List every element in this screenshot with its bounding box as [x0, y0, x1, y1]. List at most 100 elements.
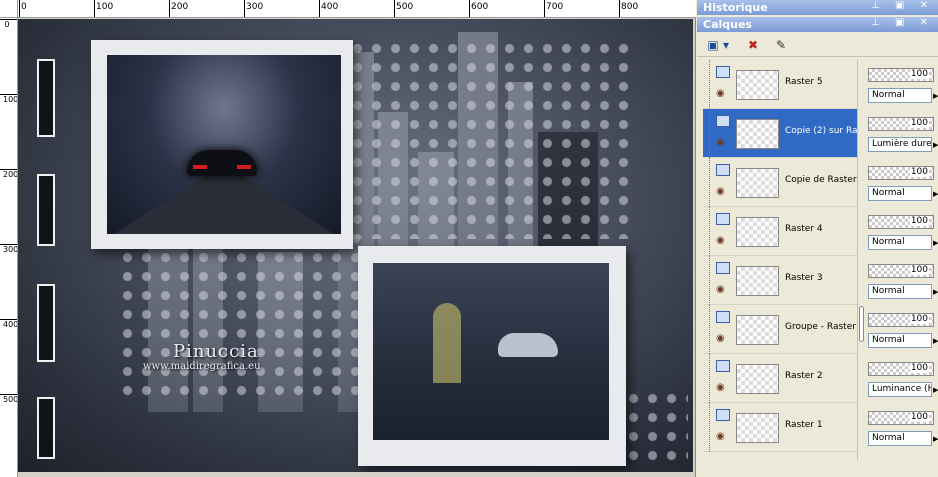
chevron-right-icon[interactable]: ▶	[933, 190, 938, 198]
opacity-value: 100	[909, 363, 929, 373]
ruler-label: 600	[471, 2, 489, 12]
canvas-image[interactable]: Pinuccia www.maidiregrafica.eu	[18, 19, 693, 472]
ruler-label: 200	[3, 170, 18, 179]
layer-row[interactable]: ◉ Raster 5	[703, 60, 857, 109]
layer-thumbnail[interactable]	[736, 364, 779, 394]
layer-row[interactable]: ◉ Raster 1	[703, 403, 857, 452]
visibility-eye-icon[interactable]: ◉	[716, 186, 725, 197]
history-panel-titlebar[interactable]: Historique ⊥ ▣ ✕	[697, 0, 938, 15]
car-silhouette	[187, 150, 257, 176]
new-raster-layer-icon[interactable]: ▣	[703, 36, 723, 54]
layer-name[interactable]: Groupe - Raster 3	[785, 322, 857, 332]
tree-line	[709, 305, 710, 354]
layer-row[interactable]: ◉ Raster 4	[703, 207, 857, 256]
opacity-value: 100	[909, 216, 929, 226]
layer-thumbnail[interactable]	[736, 315, 779, 345]
tail-light	[237, 165, 251, 169]
layer-property-row: 100 Luminance (H) ▶	[865, 354, 938, 403]
layer-name[interactable]: Raster 5	[785, 77, 857, 87]
edit-selection-icon[interactable]: ✎	[771, 36, 791, 54]
chevron-down-icon[interactable]: ▾	[721, 36, 731, 54]
blend-mode-select[interactable]: Luminance (H)	[868, 382, 932, 397]
chevron-right-icon[interactable]: ▶	[933, 435, 938, 443]
vertical-ruler: 0 100 200 300 400 500	[0, 18, 18, 477]
layer-name[interactable]: Copie (2) sur Raster 5	[785, 126, 857, 136]
layers-panel: ◉ Raster 5 ◉ Copie (2) sur Raster 5 ◉ Copie d…	[697, 58, 938, 477]
layer-row[interactable]: ◉ Groupe - Raster 3	[703, 305, 857, 354]
opacity-slider[interactable]: 100	[868, 264, 934, 278]
history-panel-buttons[interactable]: ⊥ ▣ ✕	[871, 0, 934, 11]
opacity-slider[interactable]: 100	[868, 313, 934, 327]
chevron-right-icon[interactable]: ▶	[933, 141, 938, 149]
blend-mode-select[interactable]: Normal	[868, 88, 932, 103]
layer-row[interactable]: ◉ Raster 2	[703, 354, 857, 403]
ruler-label: 400	[321, 2, 339, 12]
vertical-bar	[37, 397, 55, 459]
blend-mode-select[interactable]: Normal	[868, 235, 932, 250]
visibility-eye-icon[interactable]: ◉	[716, 235, 725, 246]
opacity-slider[interactable]: 100	[868, 117, 934, 131]
layer-thumbnail[interactable]	[736, 266, 779, 296]
visibility-eye-icon[interactable]: ◉	[716, 382, 725, 393]
layer-name[interactable]: Raster 1	[785, 420, 857, 430]
chevron-right-icon[interactable]: ▶	[933, 239, 938, 247]
layer-row[interactable]: ◉ Copie (2) sur Raster 5	[703, 109, 857, 158]
layers-panel-title: Calques	[703, 18, 752, 31]
visibility-eye-icon[interactable]: ◉	[716, 431, 725, 442]
layer-thumbnail[interactable]	[736, 413, 779, 443]
layer-thumbnail[interactable]	[736, 217, 779, 247]
panel-splitter[interactable]	[857, 60, 864, 460]
visibility-eye-icon[interactable]: ◉	[716, 137, 725, 148]
delete-layer-icon[interactable]: ✖	[743, 36, 763, 54]
visibility-eye-icon[interactable]: ◉	[716, 284, 725, 295]
chevron-right-icon[interactable]: ▶	[933, 92, 938, 100]
visibility-eye-icon[interactable]: ◉	[716, 88, 725, 99]
raster-layer-icon	[716, 360, 730, 372]
opacity-slider[interactable]: 100	[868, 68, 934, 82]
blend-mode-select[interactable]: Normal	[868, 186, 932, 201]
layer-row[interactable]: ◉ Copie de Raster 5	[703, 158, 857, 207]
layers-panel-buttons[interactable]: ⊥ ▣ ✕	[871, 17, 934, 28]
tree-line	[709, 207, 710, 256]
blend-mode-select[interactable]: Normal	[868, 333, 932, 348]
chevron-right-icon[interactable]: ▶	[933, 288, 938, 296]
tree-line	[709, 403, 710, 452]
chevron-right-icon[interactable]: ▶	[933, 337, 938, 345]
side-panel: Historique ⊥ ▣ ✕ Calques ⊥ ▣ ✕ ▣ ▾ ✖ ✎ ◉…	[697, 0, 938, 477]
ruler-label: 400	[3, 320, 18, 329]
layer-name[interactable]: Raster 4	[785, 224, 857, 234]
opacity-slider[interactable]: 100	[868, 362, 934, 376]
layer-thumbnail[interactable]	[736, 168, 779, 198]
ruler-tick: 100	[0, 94, 17, 104]
splitter-handle[interactable]	[859, 306, 864, 342]
tree-line	[709, 60, 710, 109]
opacity-slider[interactable]: 100	[868, 166, 934, 180]
layer-property-row: 100 Normal ▶	[865, 207, 938, 256]
layer-name[interactable]: Raster 3	[785, 273, 857, 283]
layer-row[interactable]: ◉ Raster 3	[703, 256, 857, 305]
chevron-right-icon[interactable]: ▶	[933, 386, 938, 394]
blend-mode-select[interactable]: Lumière dure	[868, 137, 932, 152]
layer-property-row: 100 Normal ▶	[865, 256, 938, 305]
ruler-label: 300	[246, 2, 264, 12]
layer-thumbnail[interactable]	[736, 70, 779, 100]
opacity-slider[interactable]: 100	[868, 411, 934, 425]
canvas-area[interactable]: 0 100 200 300 400 500 600 700 800 0 100 …	[0, 0, 696, 477]
blend-mode-select[interactable]: Normal	[868, 431, 932, 446]
ruler-label: 200	[171, 2, 189, 12]
opacity-slider[interactable]: 100	[868, 215, 934, 229]
layer-thumbnail[interactable]	[736, 119, 779, 149]
blend-mode-select[interactable]: Normal	[868, 284, 932, 299]
opacity-value: 100	[909, 167, 929, 177]
tree-line	[709, 256, 710, 305]
watermark-url: www.maidiregrafica.eu	[143, 361, 261, 372]
layers-panel-titlebar[interactable]: Calques ⊥ ▣ ✕	[697, 17, 938, 32]
vertical-bar	[37, 174, 55, 246]
ruler-corner	[0, 0, 18, 18]
visibility-eye-icon[interactable]: ◉	[716, 333, 725, 344]
ruler-label: 0	[4, 20, 10, 29]
horizontal-ruler: 0 100 200 300 400 500 600 700 800	[18, 0, 696, 18]
ruler-label: 500	[3, 395, 18, 404]
layer-name[interactable]: Copie de Raster 5	[785, 175, 857, 185]
layer-name[interactable]: Raster 2	[785, 371, 857, 381]
